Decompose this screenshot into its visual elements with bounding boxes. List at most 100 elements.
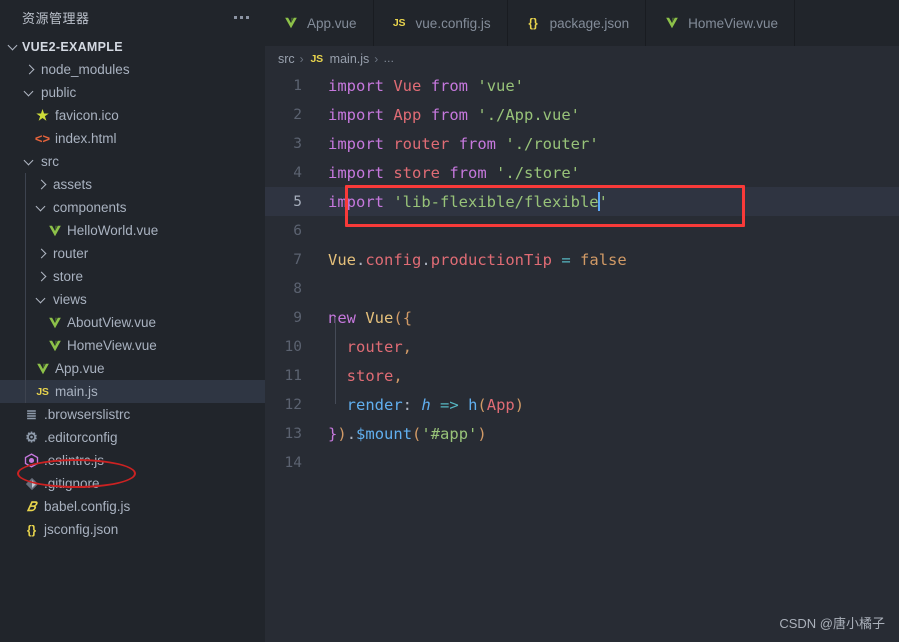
tab-vue-config-js[interactable]: JS vue.config.js [373,0,508,46]
tab-package-json[interactable]: {} package.json [507,0,647,46]
code-line-7: 7 Vue.config.productionTip = false [265,245,899,274]
tab-label: HomeView.vue [688,15,778,31]
tab-homeview-vue[interactable]: HomeView.vue [646,0,795,46]
tree-item-index-html[interactable]: <> index.html [0,127,265,150]
tree-item-label: views [53,292,87,307]
tree-item-label: .editorconfig [44,430,118,445]
tree-item-helloworld-vue[interactable]: HelloWorld.vue [0,219,265,242]
vue-icon [281,15,300,31]
chevron-right-icon [34,177,50,193]
tree-item-node_modules[interactable]: node_modules [0,58,265,81]
tree-item-babel-config-js[interactable]: 𝐵 babel.config.js [0,495,265,518]
editor-tabbar: App.vue JS vue.config.js {} package.json… [265,0,899,46]
code-text: store, [346,366,403,385]
chevron-right-icon [22,62,38,78]
tree-root-label: VUE2-EXAMPLE [22,39,123,54]
chevron-right-icon [34,246,50,262]
gear-icon: ⚙ [25,429,38,445]
tree-item-label: App.vue [55,361,105,376]
code-line-9: 9 new Vue({ [265,303,899,332]
tree-item-gitignore[interactable]: .gitignore [0,472,265,495]
code-text: Vue.config.productionTip = false [328,250,627,269]
breadcrumb-file[interactable]: main.js [330,52,370,66]
tree-item-label: components [53,200,127,215]
tree-item-store[interactable]: store [0,265,265,288]
babel-icon: 𝐵 [27,498,36,514]
line-number: 11 [284,367,302,384]
tree-item-label: .gitignore [44,476,100,491]
breadcrumb: src › JS main.js › … [265,46,899,71]
tree-item-aboutview-vue[interactable]: AboutView.vue [0,311,265,334]
tree-item-label: store [53,269,84,284]
code-line-6: 6 [265,216,899,245]
tree-item-main-js[interactable]: JS main.js [0,380,265,403]
breadcrumb-folder[interactable]: src [278,52,295,66]
ellipsis-icon[interactable] [232,12,251,23]
line-number: 5 [293,193,302,210]
chevron-down-icon [34,200,50,216]
tree-item-app-vue[interactable]: App.vue [0,357,265,380]
tree-item-label: HomeView.vue [67,338,157,353]
line-number: 2 [293,106,302,123]
tree-item-label: main.js [55,384,98,399]
js-icon: JS [36,385,49,398]
tree-item-label: assets [53,177,93,192]
line-number: 3 [293,135,302,152]
tab-app-vue[interactable]: App.vue [265,0,374,46]
tree-item-src[interactable]: src [0,150,265,173]
code-line-4: 4 import store from './store' [265,158,899,187]
tree-root-vue2-example[interactable]: VUE2-EXAMPLE [0,35,265,58]
tree-item-router[interactable]: router [0,242,265,265]
tab-label: package.json [549,15,630,31]
tree-item-label: node_modules [41,62,130,77]
chevron-down-icon [34,292,50,308]
tree-item-label: .browserslistrc [44,407,131,422]
code-text: import 'lib-flexible/flexible' [328,192,608,211]
tab-label: vue.config.js [415,15,491,31]
editor-area: App.vue JS vue.config.js {} package.json… [265,0,899,642]
tree-item-homeview-vue[interactable]: HomeView.vue [0,334,265,357]
line-number: 7 [293,251,302,268]
chevron-right-icon [34,269,50,285]
vue-icon [45,338,64,354]
eslint-icon [22,453,41,469]
tree-item-assets[interactable]: assets [0,173,265,196]
tree-item-eslintrc-js[interactable]: .eslintrc.js [0,449,265,472]
line-number: 9 [293,309,302,326]
code-text: new Vue({ [328,308,413,327]
tree-item-favicon-ico[interactable]: ★ favicon.ico [0,104,265,127]
code-line-13: 13 }).$mount('#app') [265,419,899,448]
tree-item-public[interactable]: public [0,81,265,104]
breadcrumb-dots[interactable]: … [383,53,395,65]
tree-item-editorconfig[interactable]: ⚙ .editorconfig [0,426,265,449]
code-text: router, [346,337,413,356]
code-editor[interactable]: 1 import Vue from 'vue' 2 import App fro… [265,71,899,642]
tree-item-jsconfig-json[interactable]: {} jsconfig.json [0,518,265,541]
tree-item-label: public [41,85,77,100]
code-text: render: h => h(App) [346,395,525,414]
tree-item-components[interactable]: components [0,196,265,219]
indent-guide [335,317,336,404]
code-line-3: 3 import router from './router' [265,129,899,158]
tree-item-label: AboutView.vue [67,315,157,330]
line-number: 6 [293,222,302,239]
vue-icon [662,15,681,31]
js-icon: JS [392,17,406,29]
json-icon: {} [528,16,538,30]
chevron-right-icon: › [299,51,304,66]
tree-item-browserslistrc[interactable]: ≣ .browserslistrc [0,403,265,426]
line-number: 12 [284,396,302,413]
tab-label: App.vue [307,15,357,31]
lines-icon: ≣ [26,406,37,422]
code-line-1: 1 import Vue from 'vue' [265,71,899,100]
line-number: 8 [293,280,302,297]
code-text: import router from './router' [328,134,599,153]
chevron-down-icon [22,85,38,101]
vue-icon [45,223,64,239]
explorer-sidebar: 资源管理器 VUE2-EXAMPLE node_modules public ★ [0,0,265,642]
chevron-down-icon [6,39,22,55]
tree-item-views[interactable]: views [0,288,265,311]
json-icon: {} [26,522,37,537]
line-number: 4 [293,164,302,181]
star-icon: ★ [36,107,49,123]
